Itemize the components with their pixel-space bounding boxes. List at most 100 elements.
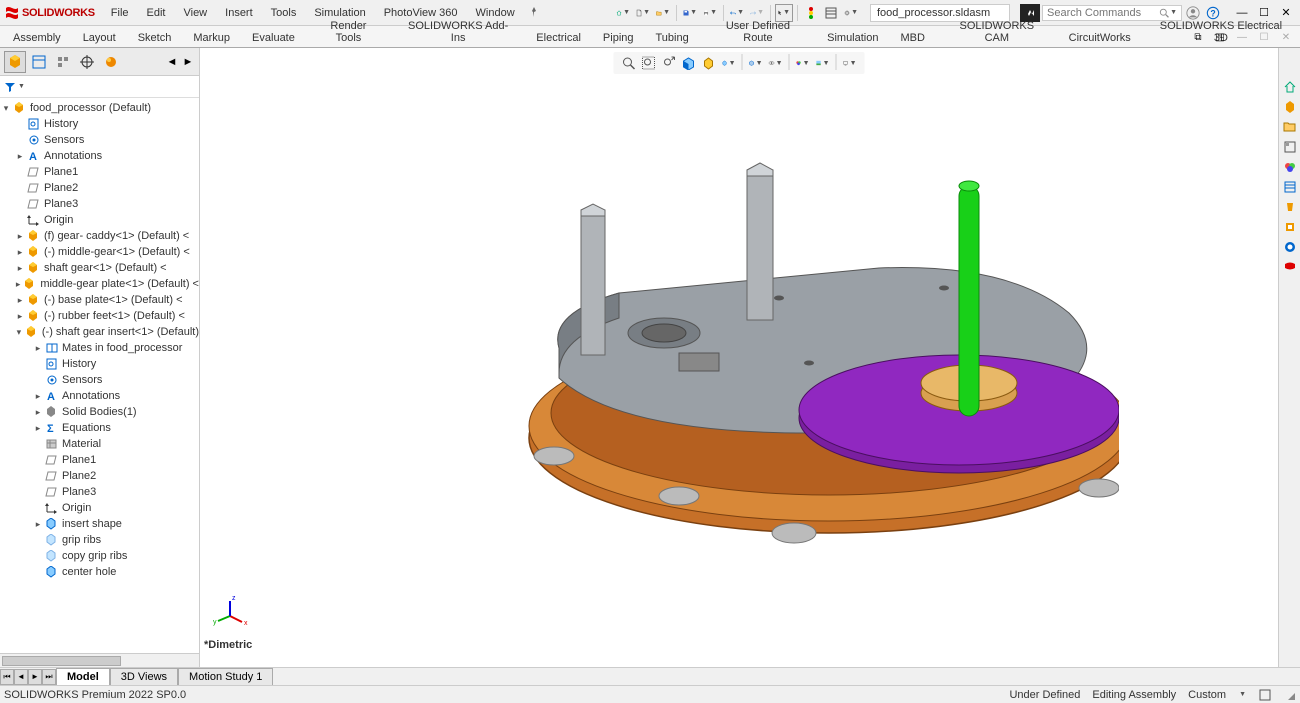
tab-sketch[interactable]: Sketch xyxy=(127,28,183,47)
tree-node[interactable]: Sensors xyxy=(0,132,199,148)
tab-electrical[interactable]: Electrical xyxy=(525,28,592,47)
expand-icon[interactable]: ▸ xyxy=(32,423,44,434)
tree-node[interactable]: ▾(-) shaft gear insert<1> (Default) xyxy=(0,324,199,340)
dynamic-icon[interactable] xyxy=(700,54,718,72)
tree-next-icon[interactable]: ► xyxy=(181,51,195,73)
view-settings-icon[interactable]: ▼ xyxy=(841,54,859,72)
tree-node[interactable]: History xyxy=(0,356,199,372)
tab-user-route[interactable]: User Defined Route xyxy=(700,16,816,47)
tree-node[interactable]: grip ribs xyxy=(0,532,199,548)
tab-layout[interactable]: Layout xyxy=(72,28,127,47)
new-icon[interactable]: ▼ xyxy=(634,4,652,22)
tree-node[interactable]: copy grip ribs xyxy=(0,548,199,564)
tab-tubing[interactable]: Tubing xyxy=(645,28,700,47)
file-explorer-icon[interactable] xyxy=(1281,118,1299,136)
tree-node[interactable]: Plane1 xyxy=(0,164,199,180)
filter-icon[interactable] xyxy=(4,81,16,93)
expand-icon[interactable]: ▾ xyxy=(14,327,24,338)
expand-icon[interactable]: ▸ xyxy=(14,263,26,274)
zoom-area-icon[interactable] xyxy=(640,54,658,72)
menu-file[interactable]: File xyxy=(103,3,137,23)
tree-node[interactable]: ▸(-) base plate<1> (Default) < xyxy=(0,292,199,308)
tab-render[interactable]: Render Tools xyxy=(306,16,391,47)
tab-last-icon[interactable]: ⏭ xyxy=(42,669,56,685)
tree-node[interactable]: Origin xyxy=(0,212,199,228)
tab-markup[interactable]: Markup xyxy=(182,28,241,47)
config-tab-icon[interactable] xyxy=(52,51,74,73)
design-lib-icon[interactable] xyxy=(1281,98,1299,116)
zoom-fit-icon[interactable] xyxy=(620,54,638,72)
tree-h-scrollbar[interactable] xyxy=(0,653,199,667)
tree-node[interactable]: History xyxy=(0,116,199,132)
menu-tools[interactable]: Tools xyxy=(263,3,305,23)
menu-edit[interactable]: Edit xyxy=(139,3,174,23)
tab-addins[interactable]: SOLIDWORKS Add-Ins xyxy=(391,16,525,47)
mdi-close-button[interactable]: ✕ xyxy=(1276,28,1296,46)
orientation-triad[interactable]: x y z xyxy=(210,591,250,631)
tree-prev-icon[interactable]: ◄ xyxy=(165,51,179,73)
tree-node[interactable]: ▸middle-gear plate<1> (Default) < xyxy=(0,276,199,292)
feature-tree-tab-icon[interactable] xyxy=(4,51,26,73)
dimxpert-tab-icon[interactable] xyxy=(76,51,98,73)
tab-simulation[interactable]: Simulation xyxy=(816,28,889,47)
mdi-separate-icon[interactable]: ⧉ xyxy=(1188,28,1208,46)
expand-icon[interactable]: ▸ xyxy=(14,151,26,162)
sw-resources-icon[interactable] xyxy=(1281,78,1299,96)
appearances-icon[interactable] xyxy=(1281,158,1299,176)
tree-node[interactable]: center hole xyxy=(0,564,199,580)
tree-node[interactable]: ▸Mates in food_processor xyxy=(0,340,199,356)
tree-node[interactable]: ▾food_processor (Default) xyxy=(0,100,199,116)
hide-show-icon[interactable]: ▼ xyxy=(767,54,785,72)
bottom-tab-3dviews[interactable]: 3D Views xyxy=(110,668,178,685)
tree-node[interactable]: Origin xyxy=(0,500,199,516)
tree-node[interactable]: ▸shaft gear<1> (Default) < xyxy=(0,260,199,276)
tree-node[interactable]: Material xyxy=(0,436,199,452)
tree-node[interactable]: ▸Solid Bodies(1) xyxy=(0,404,199,420)
tab-next-icon[interactable]: ► xyxy=(28,669,42,685)
mdi-max-button[interactable]: ☐ xyxy=(1254,28,1274,46)
status-resize-icon[interactable] xyxy=(1284,689,1296,701)
tab-assembly[interactable]: Assembly xyxy=(2,28,72,47)
mdi-popout-icon[interactable]: ◳ xyxy=(1210,28,1230,46)
graphics-viewport[interactable]: ▼ ▼ ▼ ▼ ▼ ▼ xyxy=(200,48,1278,667)
mdi-min-button[interactable]: — xyxy=(1232,28,1252,46)
tree-node[interactable]: ▸AAnnotations xyxy=(0,388,199,404)
expand-icon[interactable]: ▸ xyxy=(14,295,26,306)
bottom-tab-motion[interactable]: Motion Study 1 xyxy=(178,668,273,685)
tree-node[interactable]: ▸AAnnotations xyxy=(0,148,199,164)
tab-first-icon[interactable]: ⏮ xyxy=(0,669,14,685)
apply-scene-icon[interactable]: ▼ xyxy=(814,54,832,72)
sw-red-icon[interactable] xyxy=(1281,258,1299,276)
expand-icon[interactable]: ▸ xyxy=(32,407,44,418)
menu-insert[interactable]: Insert xyxy=(217,3,261,23)
save-icon[interactable]: ▼ xyxy=(681,4,699,22)
options-icon[interactable]: ▼ xyxy=(842,4,860,22)
tree-node[interactable]: Sensors xyxy=(0,372,199,388)
prev-view-icon[interactable] xyxy=(660,54,678,72)
pin-icon[interactable] xyxy=(525,3,543,21)
feature-tree[interactable]: ▾food_processor (Default) HistorySensors… xyxy=(0,98,199,653)
status-hidethings-icon[interactable] xyxy=(1258,688,1272,702)
display-style-icon[interactable]: ▼ xyxy=(747,54,765,72)
home-icon[interactable]: ▼ xyxy=(614,4,632,22)
section-icon[interactable] xyxy=(680,54,698,72)
tab-mbd[interactable]: MBD xyxy=(889,28,935,47)
menu-view[interactable]: View xyxy=(175,3,215,23)
expand-icon[interactable]: ▸ xyxy=(14,279,22,290)
expand-icon[interactable]: ▸ xyxy=(14,231,26,242)
forum-icon[interactable] xyxy=(1281,238,1299,256)
edit-appearance-icon[interactable]: ▼ xyxy=(794,54,812,72)
tree-node[interactable]: Plane1 xyxy=(0,452,199,468)
open-icon[interactable]: ▼ xyxy=(654,4,672,22)
tab-evaluate[interactable]: Evaluate xyxy=(241,28,306,47)
custom-props-icon[interactable] xyxy=(1281,178,1299,196)
tree-node[interactable]: ▸ΣEquations xyxy=(0,420,199,436)
tab-prev-icon[interactable]: ◄ xyxy=(14,669,28,685)
tree-node[interactable]: Plane3 xyxy=(0,484,199,500)
tree-node[interactable]: ▸(f) gear- caddy<1> (Default) < xyxy=(0,228,199,244)
bottom-tab-model[interactable]: Model xyxy=(56,668,110,685)
tab-circuit[interactable]: CircuitWorks xyxy=(1058,28,1142,47)
tree-node[interactable]: ▸(-) middle-gear<1> (Default) < xyxy=(0,244,199,260)
expand-icon[interactable]: ▸ xyxy=(32,519,44,530)
expand-icon[interactable]: ▸ xyxy=(32,391,44,402)
